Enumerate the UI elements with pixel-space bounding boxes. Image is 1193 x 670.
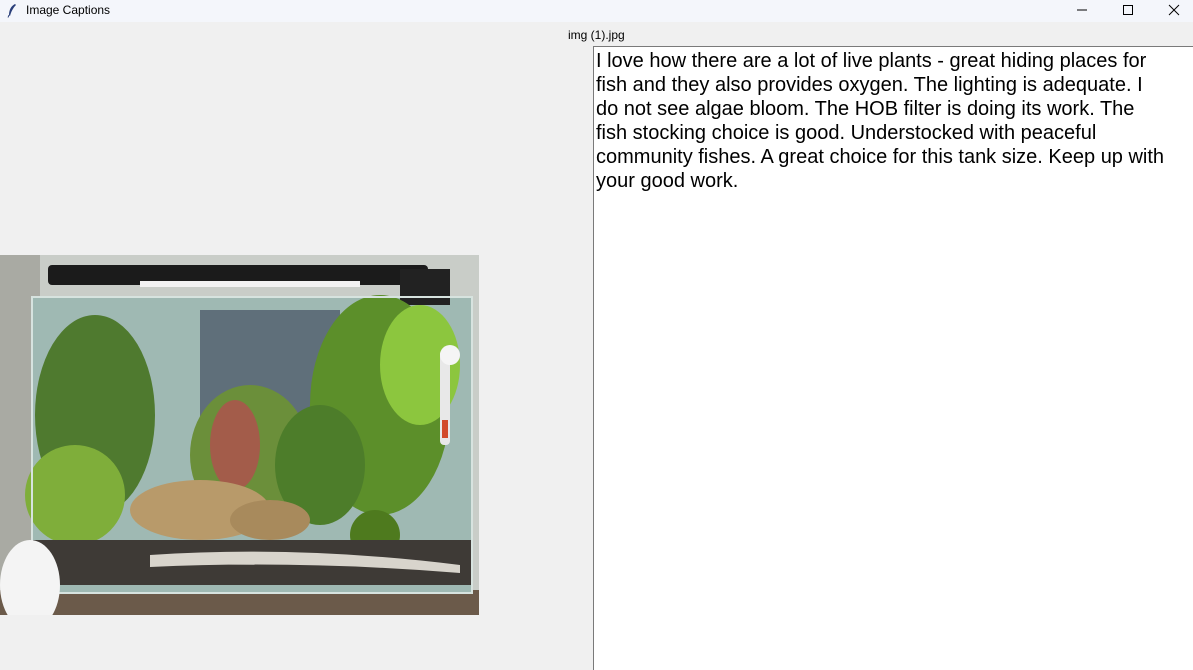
- caption-text-area[interactable]: I love how there are a lot of live plant…: [593, 46, 1193, 670]
- title-bar: Image Captions: [0, 0, 1193, 22]
- caption-text: I love how there are a lot of live plant…: [596, 50, 1165, 192]
- window-title: Image Captions: [26, 3, 111, 17]
- minimize-icon: [1077, 9, 1087, 11]
- image-filename-label: img (1).jpg: [568, 28, 625, 42]
- maximize-icon: [1123, 5, 1133, 15]
- minimize-button[interactable]: [1059, 0, 1105, 22]
- aquarium-photo: [0, 255, 479, 615]
- feather-icon: [7, 4, 16, 18]
- close-button[interactable]: [1151, 0, 1193, 22]
- maximize-button[interactable]: [1105, 0, 1151, 22]
- close-icon: [1168, 4, 1180, 16]
